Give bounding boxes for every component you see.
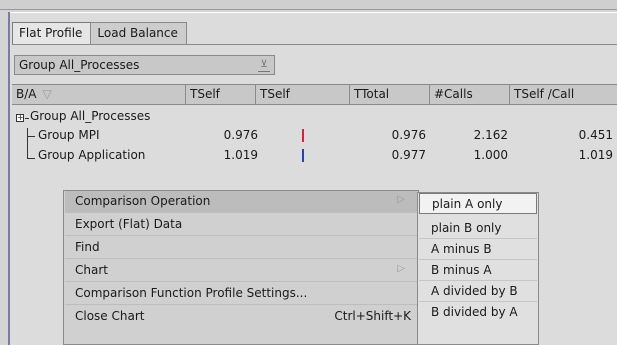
menu-item-close-chart[interactable]: Close Chart Ctrl+Shift+K	[65, 306, 417, 328]
column-header-tself-bar[interactable]: TSelf	[256, 85, 350, 104]
tree-row-root[interactable]: Group All_Processes	[30, 109, 150, 126]
tself-bar	[302, 129, 304, 142]
tree-root-label: Group All_Processes	[30, 109, 151, 123]
column-header-ttotal[interactable]: TTotal	[350, 85, 430, 104]
menu-item-find[interactable]: Find	[65, 237, 417, 259]
cell-calls: 2.162	[473, 128, 508, 142]
tree-connector	[27, 158, 35, 159]
submenu-item-a-minus-b[interactable]: A minus B	[419, 239, 537, 260]
submenu-item-b-minus-a[interactable]: B minus A	[419, 260, 537, 281]
tab-underline	[12, 44, 617, 45]
submenu-item-plain-b-only[interactable]: plain B only	[419, 218, 537, 239]
table-row[interactable]: Group MPI	[38, 128, 99, 145]
tself-bar	[302, 149, 304, 162]
submenu-arrow-icon: ▷	[397, 194, 405, 205]
menu-item-comparison-operation[interactable]: Comparison Operation ▷	[65, 191, 417, 213]
submenu-item-a-divided-by-b[interactable]: A divided by B	[419, 281, 537, 302]
row-label: Group MPI	[38, 128, 100, 142]
cell-ttotal: 0.977	[391, 148, 426, 162]
tab-load-balance[interactable]: Load Balance	[90, 22, 187, 44]
cell-calls: 1.000	[473, 148, 508, 162]
expand-toggle-icon[interactable]: +	[16, 114, 24, 122]
menu-item-comparison-settings[interactable]: Comparison Function Profile Settings...	[65, 283, 417, 305]
cell-tself-per-call: 1.019	[578, 148, 613, 162]
submenu-arrow-icon: ▷	[397, 263, 405, 274]
column-header-calls[interactable]: #Calls	[430, 85, 510, 104]
sort-arrow-icon: ▽	[42, 87, 52, 101]
row-label: Group Application	[38, 148, 146, 162]
tab-bar: Flat Profile Load Balance	[12, 22, 187, 45]
tree-connector	[27, 128, 28, 158]
tree-connector	[25, 118, 29, 119]
table-row[interactable]: Group Application	[38, 148, 145, 165]
column-header-ba[interactable]: B/A ▽	[12, 85, 186, 104]
shortcut-label: Ctrl+Shift+K	[334, 309, 411, 323]
submenu-item-plain-a-only[interactable]: plain A only	[419, 193, 537, 214]
tab-flat-profile[interactable]: Flat Profile	[12, 22, 92, 45]
menu-item-chart[interactable]: Chart ▷	[65, 260, 417, 282]
group-selector[interactable]: Group All_Processes ⊻	[14, 55, 275, 75]
tree-connector	[27, 136, 35, 137]
cell-ttotal: 0.976	[391, 128, 426, 142]
cell-tself-per-call: 0.451	[578, 128, 613, 142]
column-header-tself-value[interactable]: TSelf	[186, 85, 256, 104]
cell-tself: 0.976	[223, 128, 258, 142]
menu-item-export-flat-data[interactable]: Export (Flat) Data	[65, 214, 417, 236]
submenu-item-b-divided-by-a[interactable]: B divided by A	[419, 302, 537, 323]
dropdown-arrow-icon[interactable]: ⊻	[258, 59, 270, 72]
table-header: B/A ▽ TSelf TSelf TTotal #Calls TSelf /Ca…	[12, 84, 617, 105]
comparison-operation-submenu: plain A only plain B only A minus B B mi…	[417, 192, 539, 345]
context-menu: Comparison Operation ▷ Export (Flat) Dat…	[63, 190, 419, 345]
group-selector-value: Group All_Processes	[19, 58, 140, 72]
column-header-tself-per-call[interactable]: TSelf /Call	[510, 85, 617, 104]
window-top-bar	[0, 0, 617, 10]
cell-tself: 1.019	[223, 148, 258, 162]
